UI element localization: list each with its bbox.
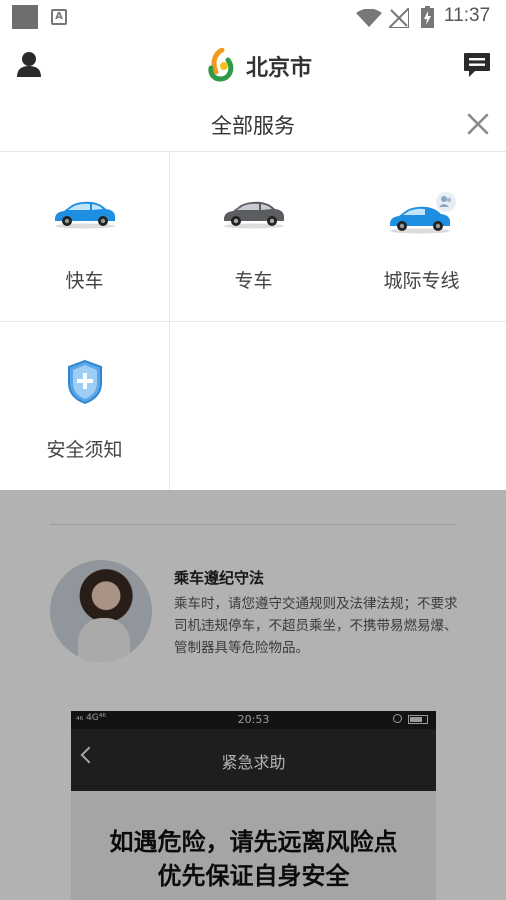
service-label: 专车 bbox=[234, 270, 273, 292]
services-title: 全部服务 bbox=[211, 114, 295, 138]
service-intercity[interactable]: 城际专线 bbox=[337, 152, 506, 321]
battery-charging-icon bbox=[421, 6, 434, 28]
app-header: 北京市 bbox=[0, 34, 506, 96]
user-profile-icon[interactable] bbox=[16, 51, 42, 77]
service-express[interactable]: 快车 bbox=[0, 152, 169, 321]
service-label: 安全须知 bbox=[46, 439, 123, 461]
no-signal-icon bbox=[389, 8, 409, 28]
blue-car-icon bbox=[54, 201, 115, 229]
service-safety-notice[interactable]: 安全须知 bbox=[0, 321, 169, 490]
services-grid: 快车 专车 城际专线 安全须知 bbox=[0, 152, 506, 490]
notification-square-icon bbox=[12, 5, 38, 29]
status-bar: A 11:37 bbox=[0, 0, 506, 34]
services-panel-header: 全部服务 bbox=[0, 96, 506, 152]
close-icon[interactable] bbox=[466, 112, 490, 136]
modal-overlay[interactable] bbox=[0, 490, 506, 900]
city-logo-icon bbox=[208, 48, 234, 82]
shield-icon bbox=[67, 359, 102, 405]
service-label: 快车 bbox=[65, 270, 104, 292]
carpool-car-icon bbox=[389, 192, 456, 234]
service-premier[interactable]: 专车 bbox=[169, 152, 338, 321]
gray-car-icon bbox=[223, 201, 284, 229]
wifi-icon bbox=[356, 9, 382, 27]
service-label: 城际专线 bbox=[383, 270, 460, 292]
clock: 11:37 bbox=[444, 5, 491, 26]
message-icon[interactable] bbox=[463, 52, 491, 78]
notification-a-icon: A bbox=[51, 9, 67, 25]
city-name[interactable]: 北京市 bbox=[246, 50, 312, 82]
